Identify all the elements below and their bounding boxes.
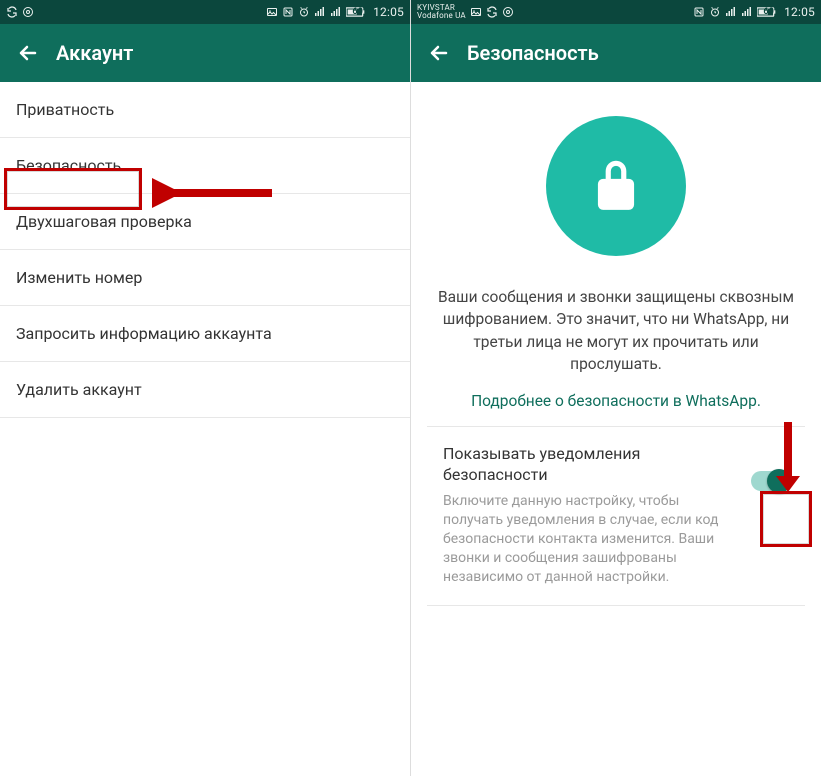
status-time: 12:05	[784, 5, 815, 19]
account-screen: 60 12:05 Аккаунт Приватность Безопасност…	[0, 0, 411, 776]
security-learn-more-link[interactable]: Подробнее о безопасности в WhatsApp.	[427, 384, 805, 426]
setting-title: Показывать уведомления безопасности	[443, 443, 739, 486]
nfc-icon	[693, 6, 705, 18]
picture-icon	[470, 6, 482, 18]
account-item-change-number[interactable]: Изменить номер	[0, 250, 410, 306]
signal2-icon	[741, 6, 753, 18]
alarm-icon	[298, 6, 310, 18]
setting-subtitle: Включите данную настройку, чтобы получат…	[443, 492, 739, 586]
security-screen: KYIVSTAR Vodafone UA	[411, 0, 821, 776]
lock-illustration	[546, 116, 686, 256]
appbar-account: Аккаунт	[0, 24, 410, 82]
signal-icon	[725, 6, 737, 18]
chrome-icon	[502, 6, 514, 18]
picture-icon	[266, 6, 278, 18]
statusbar-left: 60 12:05	[0, 0, 410, 24]
appbar-security: Безопасность	[411, 24, 821, 82]
carrier-label: KYIVSTAR Vodafone UA	[417, 4, 466, 20]
battery-percent: 60	[763, 7, 774, 17]
sync-icon	[486, 6, 498, 18]
lock-icon	[585, 153, 647, 219]
account-item-privacy[interactable]: Приватность	[0, 82, 410, 138]
security-body: Ваши сообщения и звонки защищены сквозны…	[411, 82, 821, 606]
account-item-two-step[interactable]: Двухшаговая проверка	[0, 194, 410, 250]
sync-icon	[6, 6, 18, 18]
battery-percent: 60	[352, 7, 363, 17]
page-title: Безопасность	[467, 41, 599, 65]
divider	[427, 605, 805, 606]
account-item-delete[interactable]: Удалить аккаунт	[0, 362, 410, 418]
back-button[interactable]	[417, 31, 461, 75]
status-time: 12:05	[373, 5, 404, 19]
page-title: Аккаунт	[56, 41, 133, 65]
signal2-icon	[330, 6, 342, 18]
account-item-request-info[interactable]: Запросить информацию аккаунта	[0, 306, 410, 362]
chrome-icon	[22, 6, 34, 18]
alarm-icon	[709, 6, 721, 18]
security-description: Ваши сообщения и звонки защищены сквозны…	[427, 272, 805, 384]
back-button[interactable]	[6, 31, 50, 75]
account-list: Приватность Безопасность Двухшаговая про…	[0, 82, 410, 776]
statusbar-right: KYIVSTAR Vodafone UA	[411, 0, 821, 24]
security-notification-setting[interactable]: Показывать уведомления безопасности Вклю…	[427, 427, 805, 605]
signal-icon	[314, 6, 326, 18]
nfc-icon	[282, 6, 294, 18]
security-notification-toggle[interactable]	[751, 471, 789, 491]
account-item-security[interactable]: Безопасность	[0, 138, 410, 194]
